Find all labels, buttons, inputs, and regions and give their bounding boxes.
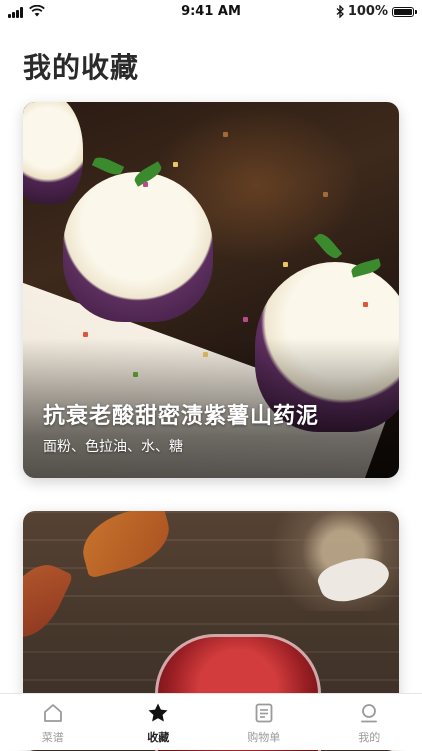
page-title: 我的收藏 xyxy=(23,46,139,86)
recipe-title: 抗衰老酸甜密渍紫薯山药泥 xyxy=(43,398,319,430)
tab-label: 收藏 xyxy=(147,729,169,745)
tab-favorites[interactable]: 收藏 xyxy=(106,694,212,750)
star-icon xyxy=(147,702,169,724)
home-icon xyxy=(42,702,64,724)
tab-recipes[interactable]: 菜谱 xyxy=(0,694,106,750)
favorite-card[interactable]: 抗衰老酸甜密渍紫薯山药泥 面粉、色拉油、水、糖 xyxy=(23,102,399,478)
status-bar: 9:41 AM 100% xyxy=(0,0,422,24)
tab-label: 购物单 xyxy=(247,729,280,745)
tab-profile[interactable]: 我的 xyxy=(317,694,422,750)
recipe-ingredients: 面粉、色拉油、水、糖 xyxy=(43,436,183,456)
battery-percent: 100% xyxy=(348,4,388,19)
battery-icon xyxy=(392,7,414,17)
tab-label: 菜谱 xyxy=(42,729,64,745)
person-icon xyxy=(358,702,380,724)
list-icon xyxy=(253,702,275,724)
tab-shopping-list[interactable]: 购物单 xyxy=(211,694,317,750)
bluetooth-icon xyxy=(336,5,344,18)
tab-label: 我的 xyxy=(358,729,380,745)
tab-bar: 菜谱 收藏 购物单 我的 xyxy=(0,693,422,750)
